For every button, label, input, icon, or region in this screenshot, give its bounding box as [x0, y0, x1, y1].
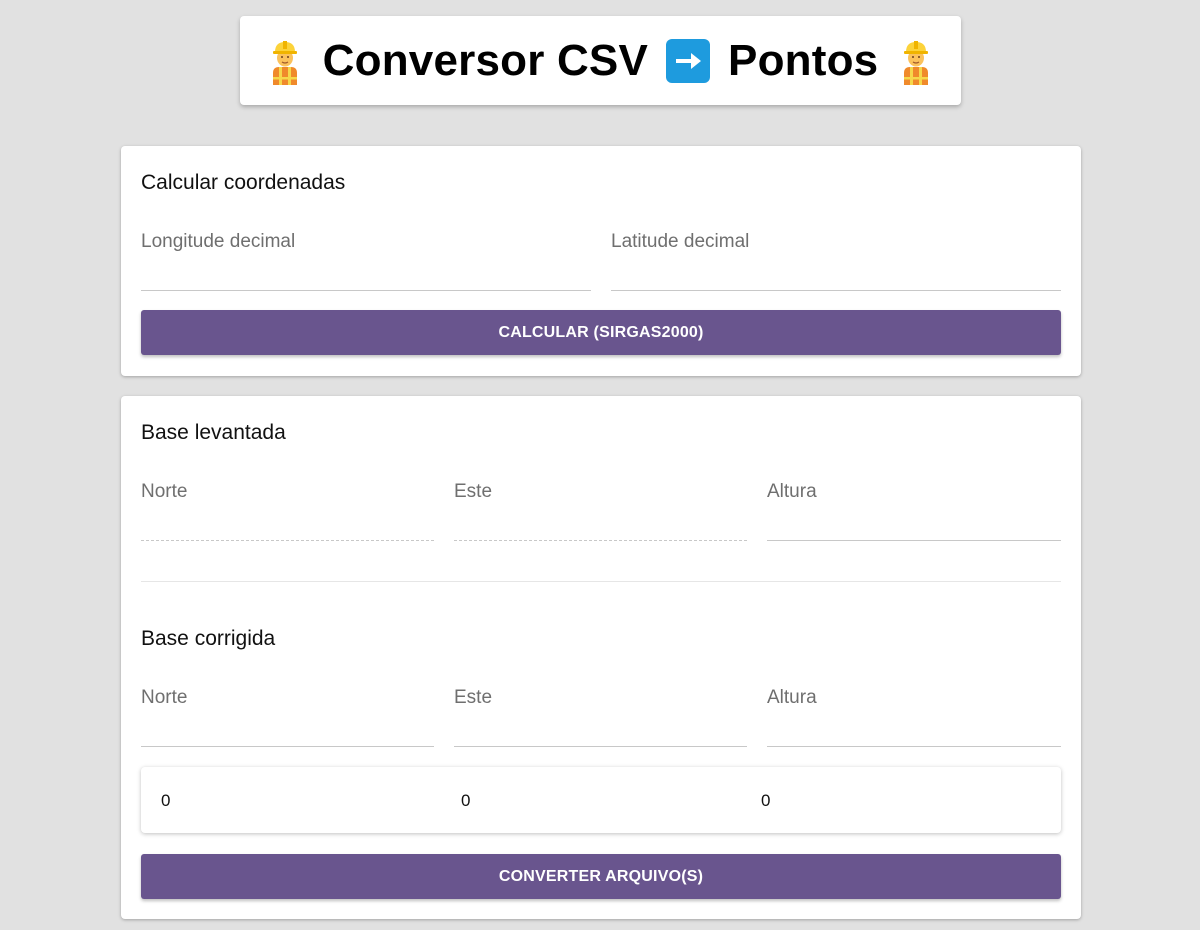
difference-height-value: 0: [761, 791, 771, 810]
corrected-height-underline: [767, 746, 1061, 747]
coordinates-heading: Calcular coordenadas: [141, 171, 346, 194]
latitude-input[interactable]: [611, 231, 1061, 287]
base-card: Base levantada Norte Este Altura Base co…: [121, 396, 1081, 919]
latitude-underline: [611, 290, 1061, 291]
corrected-height-input[interactable]: [767, 687, 1061, 743]
surveyed-north-input[interactable]: [141, 481, 434, 537]
construction-worker-icon: [896, 37, 936, 85]
corrected-height-field[interactable]: Altura: [767, 687, 1061, 747]
title-left-text: Conversor CSV: [322, 35, 649, 85]
surveyed-north-underline: [141, 540, 434, 541]
section-divider: [141, 581, 1061, 582]
surveyed-east-underline: [454, 540, 747, 541]
title-banner: Conversor CSV Pontos: [240, 16, 961, 105]
corrected-north-underline: [141, 746, 434, 747]
calculate-button[interactable]: CALCULAR (SIRGAS2000): [141, 310, 1061, 355]
surveyed-east-input[interactable]: [454, 481, 747, 537]
difference-east-value: 0: [461, 791, 471, 810]
surveyed-height-field[interactable]: Altura: [767, 481, 1061, 541]
right-arrow-icon: [666, 38, 711, 83]
difference-values-box: 0 0 0: [141, 767, 1061, 833]
surveyed-base-heading: Base levantada: [141, 421, 286, 444]
longitude-field[interactable]: Longitude decimal: [141, 231, 591, 291]
surveyed-height-underline: [767, 540, 1061, 541]
difference-north-value: 0: [161, 791, 171, 810]
corrected-east-underline: [454, 746, 747, 747]
corrected-east-input[interactable]: [454, 687, 747, 743]
surveyed-height-input[interactable]: [767, 481, 1061, 537]
convert-files-button[interactable]: CONVERTER ARQUIVO(S): [141, 854, 1061, 899]
corrected-north-input[interactable]: [141, 687, 434, 743]
construction-worker-icon: [265, 37, 305, 85]
longitude-underline: [141, 290, 591, 291]
latitude-field[interactable]: Latitude decimal: [611, 231, 1061, 291]
coordinates-card: Calcular coordenadas Longitude decimal L…: [121, 146, 1081, 376]
corrected-base-heading: Base corrigida: [141, 627, 276, 650]
corrected-north-field[interactable]: Norte: [141, 687, 434, 747]
longitude-input[interactable]: [141, 231, 591, 287]
title-right-text: Pontos: [728, 35, 879, 85]
corrected-east-field[interactable]: Este: [454, 687, 747, 747]
surveyed-north-field[interactable]: Norte: [141, 481, 434, 541]
surveyed-east-field[interactable]: Este: [454, 481, 747, 541]
